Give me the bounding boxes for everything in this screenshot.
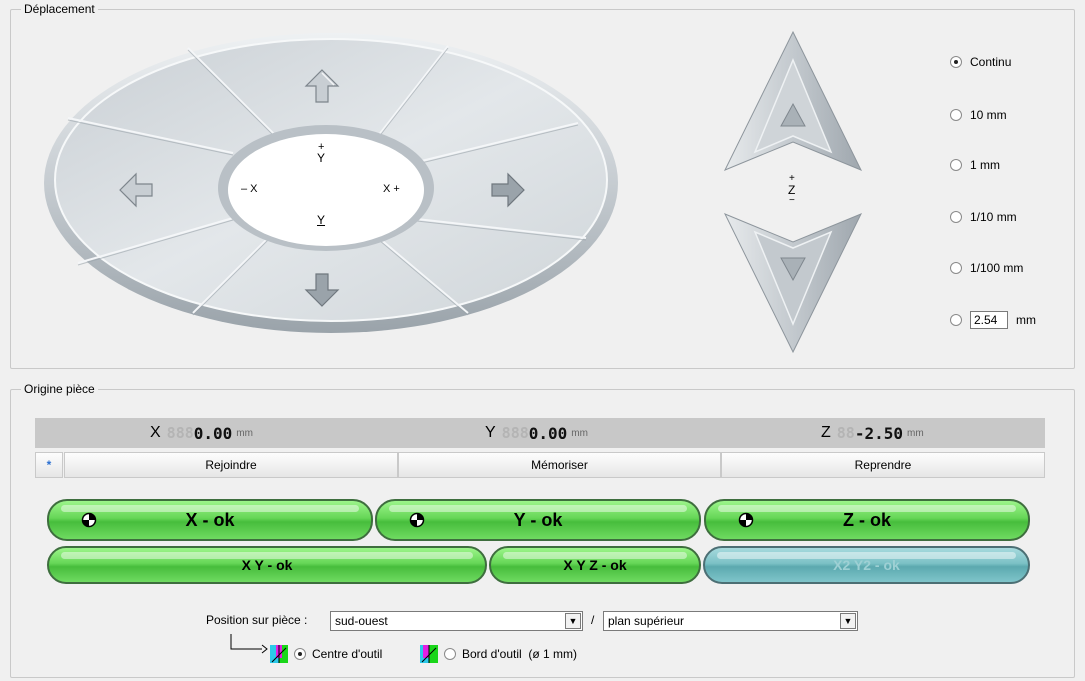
custom-step-input[interactable]: [970, 311, 1008, 329]
step-option-1-100mm[interactable]: 1/100 mm: [950, 261, 1023, 275]
jog-x-plus-arrow-icon[interactable]: [490, 172, 526, 208]
reprendre-label: Reprendre: [854, 458, 912, 472]
jog-y-minus-arrow-icon[interactable]: [304, 272, 340, 308]
coord-y: Y 888 0.00 mm: [485, 418, 588, 448]
jog-z-plus-arrow-icon[interactable]: [723, 30, 863, 172]
step-option-label: Continu: [970, 55, 1012, 69]
position-label: Position sur pièce :: [206, 613, 308, 627]
position-separator: /: [591, 613, 595, 627]
coord-ghost-digits: 888: [166, 424, 194, 442]
custom-step-unit: mm: [1016, 313, 1036, 327]
deplacement-title: Déplacement: [21, 2, 98, 16]
plan-select[interactable]: plan supérieur ▼: [603, 611, 858, 631]
coordinate-readout-bar: X 888 0.00 mm Y 888 0.00 mm Z 88 -2.50 m…: [35, 418, 1045, 448]
jog-y-plus-arrow-icon[interactable]: [304, 68, 340, 104]
x2y2-ok-button: X2 Y2 - ok: [703, 546, 1030, 584]
reprendre-button[interactable]: Reprendre: [721, 452, 1045, 478]
coord-ghost-digits: 888: [501, 424, 529, 442]
x-plus-label: X +: [383, 183, 400, 195]
xy-ok-label: X Y - ok: [241, 557, 293, 573]
coord-ghost-digits: 88: [836, 424, 855, 442]
xyz-ok-label: X Y Z - ok: [563, 557, 627, 573]
coord-unit: mm: [236, 427, 253, 439]
target-icon: [409, 512, 425, 528]
tool-option-bord[interactable]: Bord d'outil (ø 1 mm): [420, 645, 577, 663]
radio-selected-icon[interactable]: [950, 56, 962, 68]
xyz-ok-button[interactable]: X Y Z - ok: [489, 546, 701, 584]
jog-x-minus-arrow-icon[interactable]: [118, 172, 154, 208]
position-select[interactable]: sud-ouest ▼: [330, 611, 583, 631]
y-ok-label: Y - ok: [513, 509, 563, 530]
y-ok-button[interactable]: Y - ok: [375, 499, 701, 541]
coord-value: 0.00: [193, 423, 233, 443]
plan-select-value: plan supérieur: [608, 614, 685, 628]
jog-z-minus-arrow-icon[interactable]: [723, 212, 863, 354]
tool-option-label: Centre d'outil: [312, 647, 383, 661]
target-icon: [738, 512, 754, 528]
coord-z: Z 88 -2.50 mm: [821, 418, 924, 448]
coord-value: -2.50: [854, 423, 904, 443]
dropdown-arrow-icon[interactable]: ▼: [840, 613, 856, 629]
y-plus-label: Y: [317, 151, 326, 165]
radio-icon[interactable]: [950, 109, 962, 121]
star-label: *: [46, 458, 52, 472]
tool-centre-icon: [270, 645, 288, 663]
tool-option-label: Bord d'outil (ø 1 mm): [462, 647, 577, 661]
connector-arrow-icon: [230, 634, 268, 654]
coord-value: 0.00: [528, 423, 568, 443]
x-minus-label: – X: [241, 183, 258, 195]
radio-icon[interactable]: [950, 211, 962, 223]
radio-icon[interactable]: [444, 648, 456, 660]
coord-axis-label: Y: [485, 424, 496, 441]
step-option-continu[interactable]: Continu: [950, 55, 1011, 69]
dropdown-arrow-icon[interactable]: ▼: [565, 613, 581, 629]
step-option-1mm[interactable]: 1 mm: [950, 158, 1000, 172]
position-select-value: sud-ouest: [335, 614, 388, 628]
radio-icon[interactable]: [950, 314, 962, 326]
x-ok-button[interactable]: X - ok: [47, 499, 373, 541]
step-option-1-10mm[interactable]: 1/10 mm: [950, 210, 1017, 224]
memoriser-button[interactable]: Mémoriser: [398, 452, 721, 478]
xy-ok-button[interactable]: X Y - ok: [47, 546, 487, 584]
origin-actions-row: * Rejoindre Mémoriser Reprendre: [35, 452, 1045, 478]
step-option-label: 1 mm: [970, 158, 1000, 172]
coord-unit: mm: [571, 427, 588, 439]
step-option-label: 1/100 mm: [970, 261, 1024, 275]
origine-piece-title: Origine pièce: [21, 382, 98, 396]
coord-unit: mm: [907, 427, 924, 439]
step-option-custom[interactable]: mm: [950, 311, 1036, 329]
step-option-label: 10 mm: [970, 108, 1007, 122]
x2y2-ok-label: X2 Y2 - ok: [833, 557, 900, 573]
coord-x: X 888 0.00 mm: [150, 418, 253, 448]
tool-bord-icon: [420, 645, 438, 663]
x-ok-label: X - ok: [185, 509, 235, 530]
tool-option-centre[interactable]: Centre d'outil: [270, 645, 382, 663]
z-ok-label: Z - ok: [843, 509, 891, 530]
coord-axis-label: Z: [821, 424, 831, 441]
y-minus-label: Y: [317, 213, 326, 227]
radio-selected-icon[interactable]: [294, 648, 306, 660]
memoriser-label: Mémoriser: [531, 458, 588, 472]
star-button[interactable]: *: [35, 452, 63, 478]
radio-icon[interactable]: [950, 159, 962, 171]
target-icon: [81, 512, 97, 528]
step-option-10mm[interactable]: 10 mm: [950, 108, 1007, 122]
rejoindre-button[interactable]: Rejoindre: [64, 452, 398, 478]
coord-axis-label: X: [150, 424, 161, 441]
step-option-label: 1/10 mm: [970, 210, 1017, 224]
radio-icon[interactable]: [950, 262, 962, 274]
z-ok-button[interactable]: Z - ok: [704, 499, 1030, 541]
rejoindre-label: Rejoindre: [205, 458, 257, 472]
z-minus-sign: −: [789, 195, 795, 206]
